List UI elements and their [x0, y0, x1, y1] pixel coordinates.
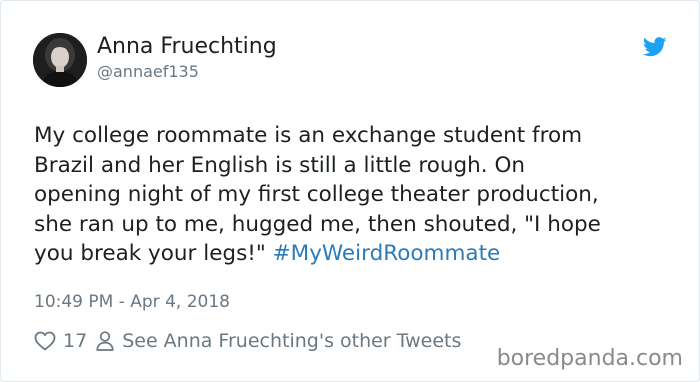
profile-link-label: See Anna Fruechting's other Tweets	[122, 330, 462, 352]
twitter-bird-icon[interactable]	[642, 37, 667, 57]
tweet-text-line: My college roommate is an exchange stude…	[34, 123, 583, 148]
tweet-text-fragment: you break your legs!"	[34, 241, 273, 266]
profile-tweets-link[interactable]: See Anna Fruechting's other Tweets	[96, 330, 461, 352]
heart-icon	[34, 331, 56, 351]
tweet-timestamp[interactable]: 10:49 PM - Apr 4, 2018	[34, 291, 230, 313]
user-name[interactable]: Anna Fruechting	[97, 33, 277, 61]
hashtag-link[interactable]: #MyWeirdRoommate	[273, 241, 501, 266]
tweet-card: Anna Fruechting @annaef135 My college ro…	[0, 0, 700, 382]
tweet-actions: 17 See Anna Fruechting's other Tweets	[34, 328, 461, 354]
tweet-text-line: you break your legs!" #MyWeirdRoommate	[34, 239, 674, 269]
avatar-image	[33, 33, 87, 87]
tweet-text-line: Brazil and her English is still a little…	[34, 152, 525, 178]
person-icon	[96, 331, 114, 351]
avatar[interactable]	[33, 33, 87, 87]
tweet-text-line: she ran up to me, hugged me, then shoute…	[34, 211, 601, 237]
user-handle[interactable]: @annaef135	[97, 62, 199, 82]
like-count: 17	[63, 330, 88, 352]
like-button[interactable]: 17	[34, 330, 87, 352]
tweet-text: My college roommate is an exchange stude…	[34, 121, 674, 269]
tweet-text-line: opening night of my first college theate…	[34, 182, 599, 207]
watermark: boredpanda.com	[496, 346, 683, 371]
